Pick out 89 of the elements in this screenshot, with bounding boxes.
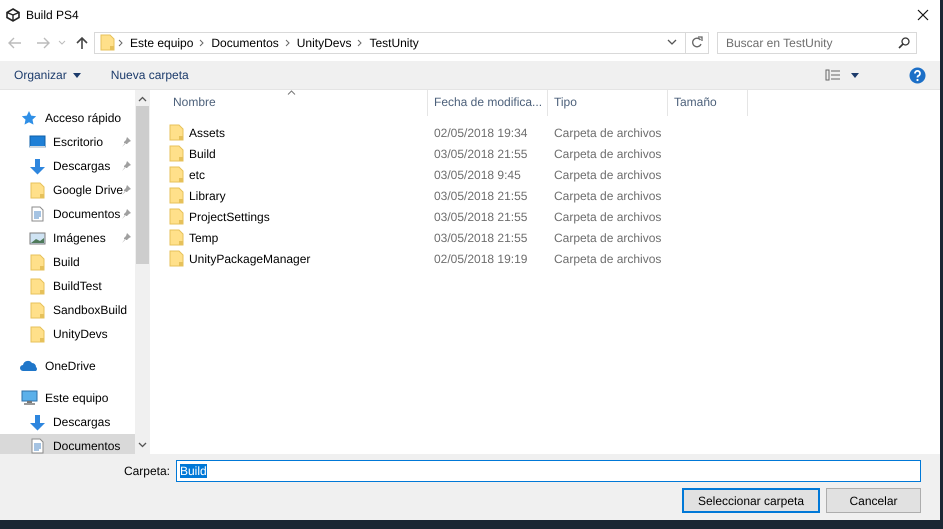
scroll-down-icon[interactable] [138,442,146,448]
pin-icon[interactable] [121,184,132,196]
breadcrumb-item[interactable]: TestUnity [366,36,422,50]
download-arrow-icon [28,414,46,431]
document-icon [30,438,44,454]
download-arrow-icon [28,158,46,175]
sidebar-item[interactable]: BuildTest [0,274,135,298]
app-logo-icon [6,8,20,22]
folder-field[interactable]: Build [176,460,921,482]
sidebar-item[interactable]: Descargas [0,410,135,434]
sort-caret-icon [287,90,296,96]
cancel-button[interactable]: Cancelar [826,488,921,514]
window-title: Build PS4 [26,8,80,22]
cloud-icon [20,360,38,372]
breadcrumb-item[interactable]: Documentos [208,36,282,50]
breadcrumb-item[interactable]: Este equipo [127,36,196,50]
file-name[interactable]: Library [189,188,226,203]
dropdown-caret-icon[interactable] [667,39,677,46]
view-options-icon[interactable] [825,69,841,82]
folder-icon [169,229,184,246]
type-cell-text: Carpeta de archivos [553,230,662,245]
date-cell-text: 03/05/2018 21:55 [433,230,528,245]
type-cell-text: Carpeta de archivos [553,168,662,182]
caret-icon[interactable] [851,72,859,78]
column-header[interactable]: Tipo [548,90,668,116]
select-folder-button[interactable]: Seleccionar carpeta [682,488,820,514]
scroll-up-icon[interactable] [138,96,146,102]
sidebar-item[interactable]: Google Drive [0,178,135,202]
folder-icon [169,208,184,226]
date-cell-text: 03/05/2018 21:55 [433,210,528,224]
search-icon [898,36,910,49]
sidebar-item[interactable]: Documentos [0,434,135,454]
date-cell-text: 02/05/2018 19:34 [433,126,528,140]
folder-icon [30,182,44,199]
column-header[interactable]: Fecha de modifica... [428,90,548,116]
file-name[interactable]: Assets [189,126,226,140]
column-header[interactable]: Nombre [167,90,428,116]
sidebar-item[interactable]: Descargas [0,154,135,178]
folder-icon [30,254,44,271]
file-name[interactable]: Build [189,146,216,161]
sidebar-item[interactable]: Imágenes [0,226,135,250]
sidebar-item[interactable]: OneDrive [0,354,135,378]
folder-icon [30,302,44,319]
star-icon [20,110,38,126]
folder-icon [30,326,44,343]
up-arrow-icon[interactable] [76,36,88,50]
new-folder-button[interactable]: Nueva carpeta [110,68,189,82]
sidebar-item[interactable]: Build [0,250,135,274]
type-cell-text: Carpeta de archivos [553,126,662,140]
folder-icon [169,145,184,162]
document-icon [30,206,44,222]
close-icon[interactable] [917,8,929,21]
file-name[interactable]: etc [189,168,206,182]
type-cell-text: Carpeta de archivos [553,210,662,224]
desktop-icon [28,135,46,150]
breadcrumb-item[interactable]: UnityDevs [294,36,354,50]
caret-icon[interactable] [72,72,81,78]
image-icon [28,232,46,245]
folder-icon [169,166,184,184]
sidebar-item[interactable]: Documentos [0,202,135,226]
folder-icon [169,187,184,204]
folder-label: Carpeta: [124,464,170,478]
sidebar-item[interactable]: SandboxBuild [0,298,135,322]
file-name[interactable]: ProjectSettings [189,210,270,224]
scrollbar[interactable] [135,90,149,454]
folder-icon [30,278,44,295]
folder-icon [100,34,115,52]
sidebar-item[interactable]: UnityDevs [0,322,135,346]
file-name[interactable]: Temp [189,230,218,245]
date-cell-text: 03/05/2018 9:45 [433,168,522,182]
help-icon[interactable] [909,66,926,84]
date-cell-text: 03/05/2018 21:55 [433,188,528,203]
type-cell-text: Carpeta de archivos [553,146,662,161]
refresh-icon[interactable] [691,36,703,50]
sidebar-item[interactable]: Este equipo [0,386,135,410]
sidebar-item[interactable]: Escritorio [0,130,135,154]
date-cell-text: 03/05/2018 21:55 [433,146,528,161]
date-cell-text: 02/05/2018 19:19 [433,252,528,266]
computer-icon [20,390,38,406]
folder-icon [169,124,184,142]
sidebar-item[interactable]: Acceso rápido [0,106,135,130]
address-bar[interactable]: Este equipo Documentos UnityDevs TestUnity [94,32,709,54]
search-field[interactable]: Buscar en TestUnity [717,32,917,54]
file-name[interactable]: UnityPackageManager [189,252,310,266]
type-cell-text: Carpeta de archivos [553,252,662,266]
folder-icon [169,250,184,268]
type-cell-text: Carpeta de archivos [553,188,662,203]
organize-menu[interactable]: Organizar [14,68,81,82]
column-header[interactable]: Tamaño [668,90,748,116]
